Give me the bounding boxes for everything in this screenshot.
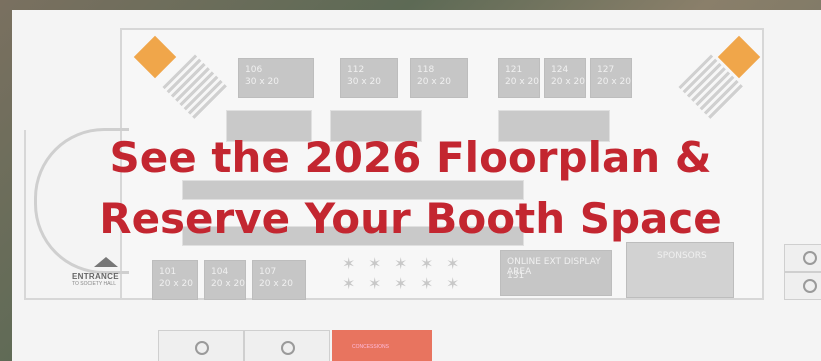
booth-size: 20 x 20 xyxy=(597,77,631,87)
booth-106[interactable]: 106 30 x 20 xyxy=(238,58,314,98)
table-icon: ✶ xyxy=(420,256,434,273)
info-icon xyxy=(803,279,817,293)
booth-label: 112 xyxy=(347,65,365,75)
info-booth-1[interactable] xyxy=(158,330,244,361)
booth-label: 127 xyxy=(597,65,615,75)
table-icon: ✶ xyxy=(342,276,356,293)
headline-line-1: See the 2026 Floorplan & xyxy=(109,133,712,182)
booth-size: 20 x 20 xyxy=(417,77,451,87)
concessions-label: CONCESSIONS xyxy=(352,344,389,350)
booth-size: 30 x 20 xyxy=(347,77,381,87)
booth-label: 124 xyxy=(551,65,569,75)
table-icon: ✶ xyxy=(446,256,460,273)
info-icon xyxy=(195,341,209,355)
info-booth-3[interactable] xyxy=(784,244,821,272)
booth-size: 20 x 20 xyxy=(211,279,245,289)
booth-label: 107 xyxy=(259,267,277,277)
booth-size: 20 x 20 xyxy=(259,279,293,289)
booth-118[interactable]: 118 20 x 20 xyxy=(410,58,468,98)
booth-label: 118 xyxy=(417,65,435,75)
entrance-sublabel: TO SOCIETY HALL xyxy=(72,281,116,287)
info-booth-2[interactable] xyxy=(244,330,330,361)
info-icon xyxy=(803,251,817,265)
sponsor-lounge[interactable]: SPONSORS xyxy=(626,242,734,298)
info-icon xyxy=(281,341,295,355)
booth-label: 131 xyxy=(507,271,525,281)
booth-107[interactable]: 107 20 x 20 xyxy=(252,260,306,300)
table-icon: ✶ xyxy=(342,256,356,273)
table-icon: ✶ xyxy=(446,276,460,293)
table-icon: ✶ xyxy=(394,276,408,293)
booth-131[interactable]: ONLINE EXT DISPLAY AREA 131 xyxy=(500,250,612,296)
headline-line-2: Reserve Your Booth Space xyxy=(99,194,722,243)
booth-label: 104 xyxy=(211,267,229,277)
lounge-label: SPONSORS xyxy=(657,251,707,261)
table-icon: ✶ xyxy=(368,276,382,293)
booth-label: 121 xyxy=(505,65,523,75)
info-booth-4[interactable] xyxy=(784,272,821,300)
entrance-arrow-icon xyxy=(94,257,118,267)
booth-label: 101 xyxy=(159,267,177,277)
booth-size: 20 x 20 xyxy=(551,77,585,87)
table-icon: ✶ xyxy=(368,256,382,273)
concessions-area[interactable]: CONCESSIONS xyxy=(332,330,432,361)
booth-size: 20 x 20 xyxy=(505,77,539,87)
booth-label: 106 xyxy=(245,65,263,75)
booth-104[interactable]: 104 20 x 20 xyxy=(204,260,246,300)
entrance-label: ENTRANCE xyxy=(72,272,119,281)
table-icon: ✶ xyxy=(420,276,434,293)
booth-121[interactable]: 121 20 x 20 xyxy=(498,58,540,98)
booth-size: 30 x 20 xyxy=(245,77,279,87)
table-icon: ✶ xyxy=(394,256,408,273)
booth-124[interactable]: 124 20 x 20 xyxy=(544,58,586,98)
booth-127[interactable]: 127 20 x 20 xyxy=(590,58,632,98)
booth-112[interactable]: 112 30 x 20 xyxy=(340,58,398,98)
booth-101[interactable]: 101 20 x 20 xyxy=(152,260,198,300)
booth-size: 20 x 20 xyxy=(159,279,193,289)
floorplan-banner[interactable]: 106 30 x 20 112 30 x 20 118 20 x 20 121 20 x… xyxy=(0,0,821,361)
